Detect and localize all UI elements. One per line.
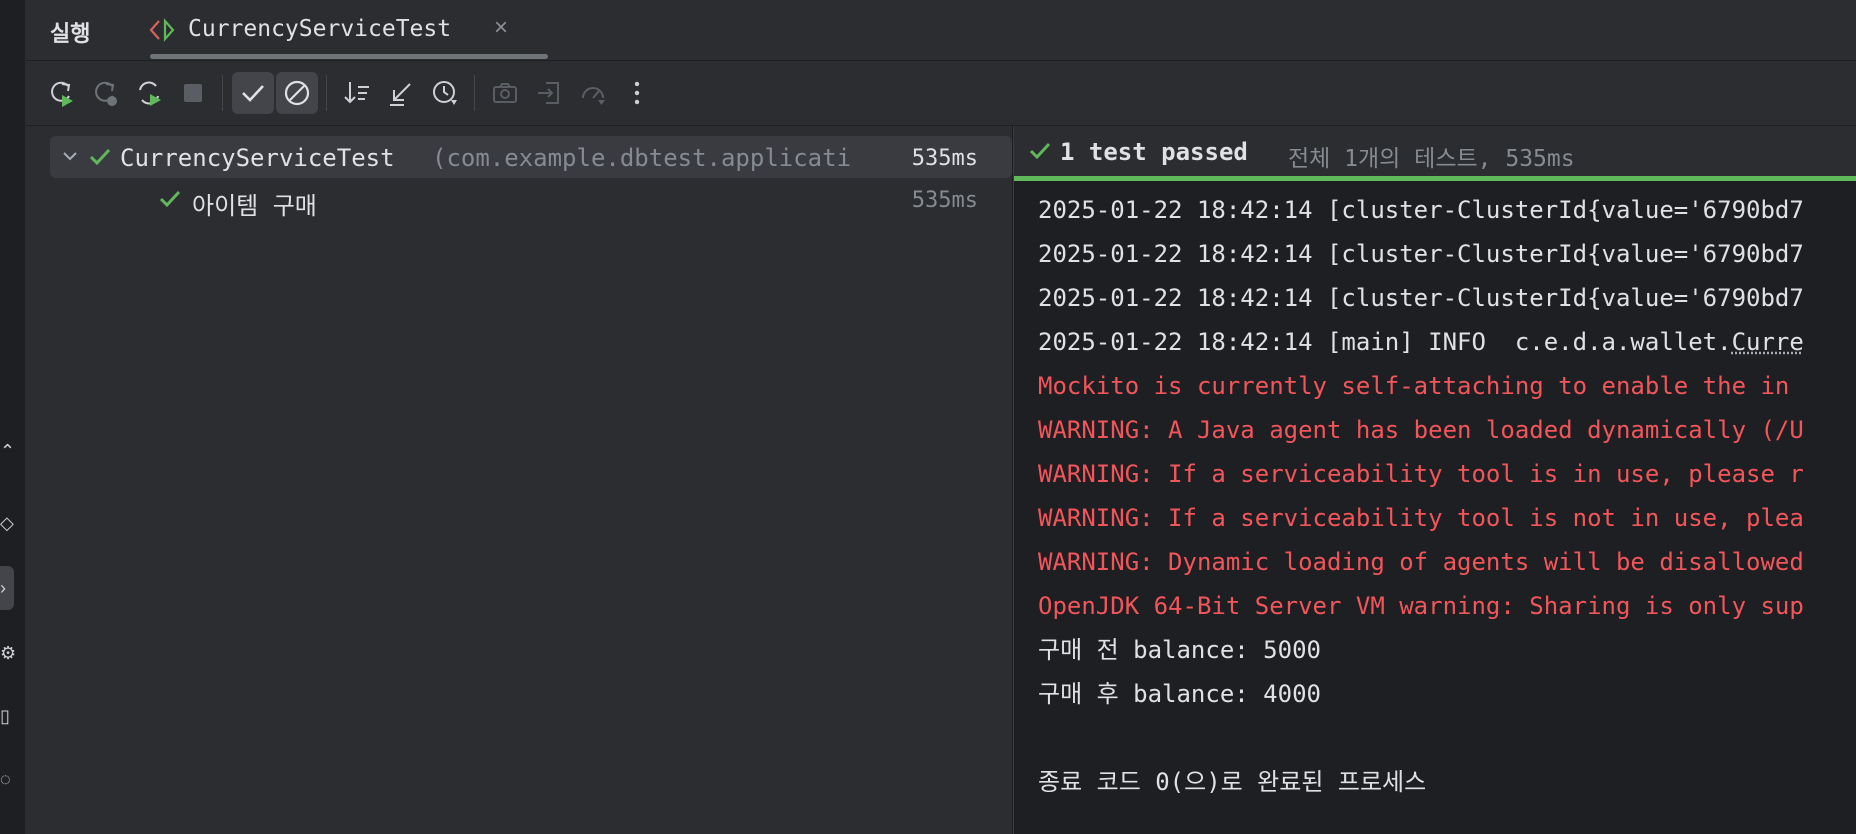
- close-icon[interactable]: ×: [494, 14, 508, 42]
- show-passed-icon: [242, 85, 264, 102]
- collapse-all-icon: [390, 83, 411, 106]
- show-ignored-icon: [284, 80, 310, 106]
- console-line: 2025-01-22 18:42:14 [cluster-ClusterId{v…: [1038, 196, 1804, 224]
- console-line: 2025-01-22 18:42:14 [main] INFO c.e.d.a.…: [1038, 328, 1804, 356]
- more-options-icon: [634, 81, 640, 105]
- stop-button[interactable]: [172, 72, 214, 114]
- chevron-down-icon[interactable]: [60, 146, 80, 166]
- more-options-button[interactable]: [616, 72, 658, 114]
- tool-window-strip: ⌃ ◇ › ⚙ ▯ ◌: [0, 0, 26, 834]
- strip-services-icon[interactable]: ⚙: [0, 642, 16, 664]
- console-line: WARNING: If a serviceability tool is not…: [1038, 504, 1804, 532]
- tab-active-indicator: [150, 54, 548, 59]
- toolbar-separator: [474, 75, 475, 111]
- console-line: 구매 후 balance: 4000: [1038, 680, 1321, 708]
- import-tests-icon: [538, 82, 559, 104]
- show-ignored-button[interactable]: [276, 72, 318, 114]
- run-title: 실행: [50, 21, 91, 46]
- tree-row-currency-service-test[interactable]: CurrencyServiceTest (com.example.dbtest.…: [50, 136, 1012, 178]
- test-tree: CurrencyServiceTest (com.example.dbtest.…: [26, 126, 1012, 834]
- console-line: 2025-01-22 18:42:14 [cluster-ClusterId{v…: [1038, 240, 1804, 268]
- rerun-failed-icon: [95, 81, 117, 106]
- console-line: Mockito is currently self-attaching to e…: [1038, 372, 1790, 400]
- test-class-package: (com.example.dbtest.applicati: [432, 144, 852, 172]
- toggle-auto-test-button[interactable]: [128, 72, 170, 114]
- tab-currency-service-test[interactable]: CurrencyServiceTest ×: [124, 0, 548, 60]
- toolbar-separator: [222, 75, 223, 111]
- test-class-icon: [149, 18, 175, 42]
- import-tests-button[interactable]: [528, 72, 570, 114]
- test-status-bar: 1 test passed 전체 1개의 테스트, 535ms: [1014, 126, 1856, 176]
- test-progress-bar: [1014, 176, 1856, 181]
- console-line-link[interactable]: Curre: [1732, 328, 1804, 356]
- run-tool-header: 실행 CurrencyServiceTest ×: [26, 0, 1856, 61]
- toolbar-separator: [326, 75, 327, 111]
- strip-diamond-icon[interactable]: ◇: [0, 512, 16, 534]
- console-log[interactable]: 2025-01-22 18:42:14 [cluster-ClusterId{v…: [1038, 188, 1856, 804]
- strip-terminal-icon[interactable]: ▯: [0, 705, 16, 727]
- test-passed-icon: [89, 148, 111, 166]
- console-line: WARNING: Dynamic loading of agents will …: [1038, 548, 1804, 576]
- test-passed-icon: [1029, 142, 1051, 160]
- test-history-button[interactable]: [424, 72, 466, 114]
- console-line: WARNING: A Java agent has been loaded dy…: [1038, 416, 1804, 444]
- screenshot-icon: [493, 83, 517, 103]
- strip-problems-icon[interactable]: ◌: [0, 768, 16, 790]
- tab-title: CurrencyServiceTest: [188, 16, 452, 42]
- console-line: 구매 전 balance: 5000: [1038, 636, 1321, 664]
- test-class-name: CurrencyServiceTest: [120, 144, 395, 172]
- tree-row-item-purchase[interactable]: 아이템 구매 535ms: [50, 178, 1012, 220]
- sort-icon: [344, 82, 369, 104]
- test-method-duration: 535ms: [911, 188, 978, 213]
- console-line: WARNING: If a serviceability tool is in …: [1038, 460, 1804, 488]
- test-class-duration: 535ms: [911, 146, 978, 171]
- test-status-detail: 전체 1개의 테스트, 535ms: [1288, 146, 1575, 172]
- test-history-icon: [433, 81, 457, 105]
- test-method-name: 아이템 구매: [192, 192, 317, 220]
- console-line: 종료 코드 0(으)로 완료된 프로세스: [1038, 768, 1427, 796]
- rerun-button[interactable]: [40, 72, 82, 114]
- rerun-failed-button[interactable]: [84, 72, 126, 114]
- coverage-button[interactable]: [572, 72, 614, 114]
- collapse-all-button[interactable]: [380, 72, 422, 114]
- show-passed-button[interactable]: [232, 72, 274, 114]
- toggle-auto-test-icon: [139, 81, 161, 106]
- strip-run-icon[interactable]: ›: [0, 577, 16, 599]
- strip-arrow-icon[interactable]: ⌃: [0, 440, 16, 462]
- test-status-summary: 1 test passed: [1060, 138, 1248, 166]
- console-output-panel: 1 test passed 전체 1개의 테스트, 535ms 2025-01-…: [1013, 126, 1856, 834]
- run-toolbar: [26, 61, 1856, 126]
- screenshot-button[interactable]: [484, 72, 526, 114]
- coverage-icon: [582, 87, 605, 105]
- console-line: OpenJDK 64-Bit Server VM warning: Sharin…: [1038, 592, 1804, 620]
- sort-button[interactable]: [336, 72, 378, 114]
- rerun-icon: [51, 81, 73, 107]
- console-line: 2025-01-22 18:42:14 [cluster-ClusterId{v…: [1038, 284, 1804, 312]
- stop-icon: [184, 84, 202, 102]
- test-passed-icon: [159, 190, 181, 208]
